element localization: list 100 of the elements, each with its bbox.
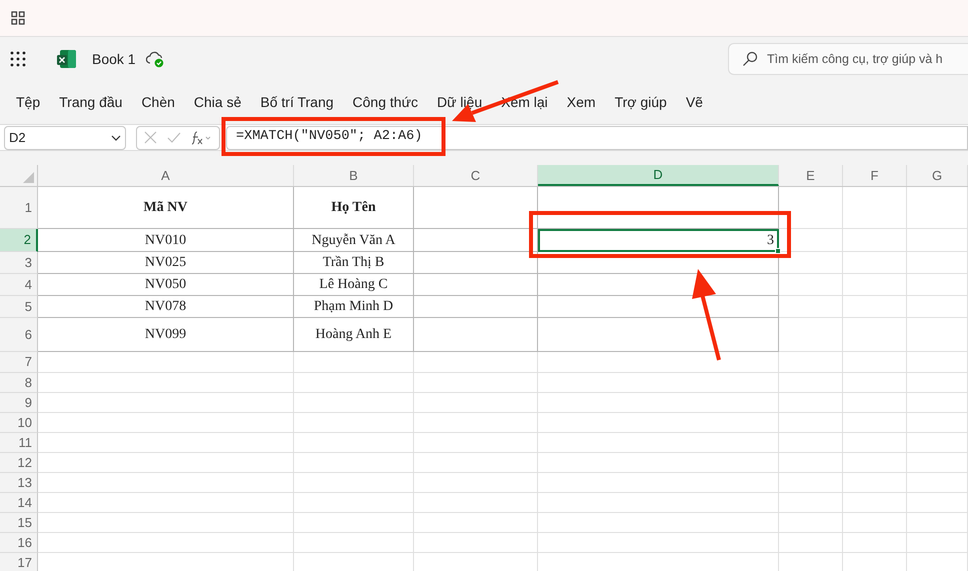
table-cell[interactable]: NV050 xyxy=(38,274,294,296)
row-header[interactable]: 3 xyxy=(0,252,38,274)
table-cell[interactable] xyxy=(779,493,843,513)
table-cell[interactable]: Họ Tên xyxy=(294,187,414,229)
row-header[interactable]: 10 xyxy=(0,413,38,433)
table-cell[interactable] xyxy=(907,393,968,413)
select-all-button[interactable] xyxy=(0,165,38,186)
table-cell[interactable] xyxy=(538,533,779,553)
search-field[interactable]: Tìm kiếm công cụ, trợ giúp và h xyxy=(728,43,968,75)
table-cell[interactable] xyxy=(843,252,907,274)
table-cell[interactable] xyxy=(538,373,779,393)
table-cell[interactable] xyxy=(538,453,779,473)
row-header[interactable]: 9 xyxy=(0,393,38,413)
table-cell[interactable] xyxy=(538,187,779,229)
table-cell[interactable] xyxy=(843,318,907,352)
ribbon-tab[interactable]: Chèn xyxy=(132,88,184,118)
table-cell[interactable] xyxy=(907,473,968,493)
table-cell[interactable] xyxy=(538,318,779,352)
table-cell[interactable] xyxy=(538,352,779,373)
row-header[interactable]: 7 xyxy=(0,352,38,373)
table-cell[interactable] xyxy=(843,187,907,229)
table-cell[interactable]: Hoàng Anh E xyxy=(294,318,414,352)
table-cell[interactable] xyxy=(294,453,414,473)
table-cell[interactable] xyxy=(538,493,779,513)
table-cell[interactable] xyxy=(414,413,538,433)
table-cell[interactable] xyxy=(38,352,294,373)
table-cell[interactable] xyxy=(294,533,414,553)
table-cell[interactable] xyxy=(38,433,294,453)
table-cell[interactable] xyxy=(779,296,843,318)
table-cell[interactable] xyxy=(843,413,907,433)
app-launcher-icon[interactable] xyxy=(11,11,25,25)
checkmark-icon[interactable] xyxy=(167,132,181,143)
ribbon-tab[interactable]: Công thức xyxy=(344,88,427,118)
table-cell[interactable] xyxy=(779,318,843,352)
table-cell[interactable] xyxy=(779,274,843,296)
table-cell[interactable]: Trần Thị B xyxy=(294,252,414,274)
table-cell[interactable] xyxy=(843,473,907,493)
table-cell[interactable]: Nguyễn Văn A xyxy=(294,229,414,252)
table-cell[interactable] xyxy=(907,413,968,433)
table-cell[interactable] xyxy=(843,393,907,413)
table-cell[interactable] xyxy=(38,393,294,413)
table-cell[interactable] xyxy=(414,187,538,229)
table-cell[interactable] xyxy=(907,433,968,453)
ribbon-tab[interactable]: Chia sẻ xyxy=(184,88,250,118)
table-cell[interactable] xyxy=(907,493,968,513)
ribbon-tab[interactable]: Trợ giúp xyxy=(606,88,676,118)
table-cell[interactable] xyxy=(779,413,843,433)
row-header[interactable]: 11 xyxy=(0,433,38,453)
formula-field[interactable]: =XMATCH("NV050"; A2:A6) xyxy=(226,126,968,150)
table-cell[interactable] xyxy=(843,274,907,296)
fill-handle[interactable] xyxy=(775,248,781,254)
table-cell[interactable] xyxy=(414,352,538,373)
table-cell[interactable] xyxy=(414,252,538,274)
row-header[interactable]: 14 xyxy=(0,493,38,513)
table-cell[interactable]: NV078 xyxy=(38,296,294,318)
table-cell[interactable] xyxy=(779,513,843,533)
table-cell[interactable] xyxy=(843,433,907,453)
table-cell[interactable] xyxy=(414,318,538,352)
table-cell[interactable] xyxy=(414,274,538,296)
column-header[interactable]: A xyxy=(38,165,294,186)
table-cell[interactable] xyxy=(414,296,538,318)
table-cell[interactable] xyxy=(779,453,843,473)
column-header[interactable]: E xyxy=(779,165,843,186)
table-cell[interactable] xyxy=(38,473,294,493)
table-cell[interactable] xyxy=(907,318,968,352)
table-cell[interactable] xyxy=(294,373,414,393)
table-cell[interactable] xyxy=(843,296,907,318)
row-header[interactable]: 15 xyxy=(0,513,38,533)
table-cell[interactable] xyxy=(843,352,907,373)
table-cell[interactable] xyxy=(779,252,843,274)
table-cell[interactable] xyxy=(907,373,968,393)
row-header[interactable]: 4 xyxy=(0,274,38,296)
table-cell[interactable] xyxy=(843,533,907,553)
table-cell[interactable] xyxy=(907,252,968,274)
row-header[interactable]: 5 xyxy=(0,296,38,318)
table-cell[interactable] xyxy=(779,393,843,413)
table-cell[interactable]: Lê Hoàng C xyxy=(294,274,414,296)
table-cell[interactable] xyxy=(907,453,968,473)
table-cell[interactable] xyxy=(414,453,538,473)
row-header[interactable]: 8 xyxy=(0,373,38,393)
function-icon[interactable] xyxy=(191,130,211,144)
table-cell[interactable] xyxy=(779,229,843,252)
ribbon-tab[interactable]: Bố trí Trang xyxy=(251,88,343,118)
table-cell[interactable] xyxy=(294,513,414,533)
ribbon-tab[interactable]: Trang đầu xyxy=(50,88,132,118)
table-cell[interactable] xyxy=(907,352,968,373)
table-cell[interactable] xyxy=(414,433,538,453)
table-cell[interactable] xyxy=(907,296,968,318)
table-cell[interactable] xyxy=(779,187,843,229)
table-cell[interactable] xyxy=(414,373,538,393)
table-cell[interactable] xyxy=(843,373,907,393)
table-cell[interactable] xyxy=(779,533,843,553)
name-box[interactable]: D2 xyxy=(4,126,126,150)
column-header[interactable]: C xyxy=(414,165,538,186)
table-cell[interactable] xyxy=(538,393,779,413)
table-cell[interactable] xyxy=(414,393,538,413)
row-header[interactable]: 2 xyxy=(0,229,38,252)
table-cell[interactable] xyxy=(294,493,414,513)
table-cell[interactable]: NV099 xyxy=(38,318,294,352)
table-cell[interactable] xyxy=(779,433,843,453)
